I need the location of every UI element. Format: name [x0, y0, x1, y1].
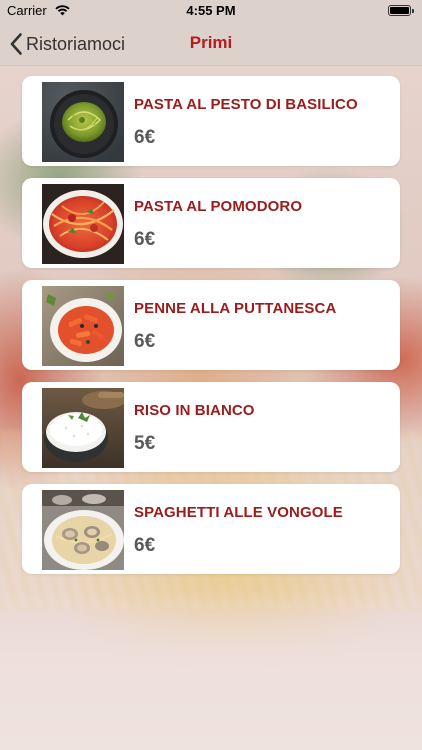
white-rice-photo: [42, 388, 124, 468]
dish-price: 6€: [134, 535, 156, 556]
tomato-pasta-photo: [42, 184, 124, 264]
pesto-pasta-photo: [42, 82, 124, 162]
page-title-label: Primi: [189, 33, 233, 52]
dish-name: PASTA AL POMODORO: [134, 198, 303, 215]
navigation-bar: Ristoriamoci Primi: [0, 22, 422, 66]
dish-name: PASTA AL PESTO DI BASILICO: [134, 96, 358, 113]
dish-name: PENNE ALLA PUTTANESCA: [134, 300, 337, 317]
background-fade: [0, 590, 422, 750]
dish-price: 6€: [134, 229, 156, 250]
clock-label: 4:55 PM: [186, 3, 236, 18]
dish-card-penne-alla-puttanesca[interactable]: PENNE ALLA PUTTANESCA 6€: [22, 280, 400, 370]
battery-icon: [388, 5, 414, 16]
dish-card-riso-in-bianco[interactable]: RISO IN BIANCO 5€: [22, 382, 400, 472]
dish-price: 6€: [134, 127, 156, 148]
clam-spaghetti-photo: [42, 490, 124, 570]
dish-price: 6€: [134, 331, 156, 352]
penne-puttanesca-photo: [42, 286, 124, 366]
dish-name: SPAGHETTI ALLE VONGOLE: [134, 504, 343, 521]
dish-card-spaghetti-alle-vongole[interactable]: SPAGHETTI ALLE VONGOLE 6€: [22, 484, 400, 574]
status-bar: Carrier 4:55 PM: [0, 0, 422, 22]
dish-name: RISO IN BIANCO: [134, 402, 255, 419]
dish-price: 5€: [134, 433, 156, 454]
dish-card-pasta-al-pesto[interactable]: PASTA AL PESTO DI BASILICO 6€: [22, 76, 400, 166]
page-title: Primi: [0, 33, 422, 53]
dish-card-pasta-al-pomodoro[interactable]: PASTA AL POMODORO 6€: [22, 178, 400, 268]
